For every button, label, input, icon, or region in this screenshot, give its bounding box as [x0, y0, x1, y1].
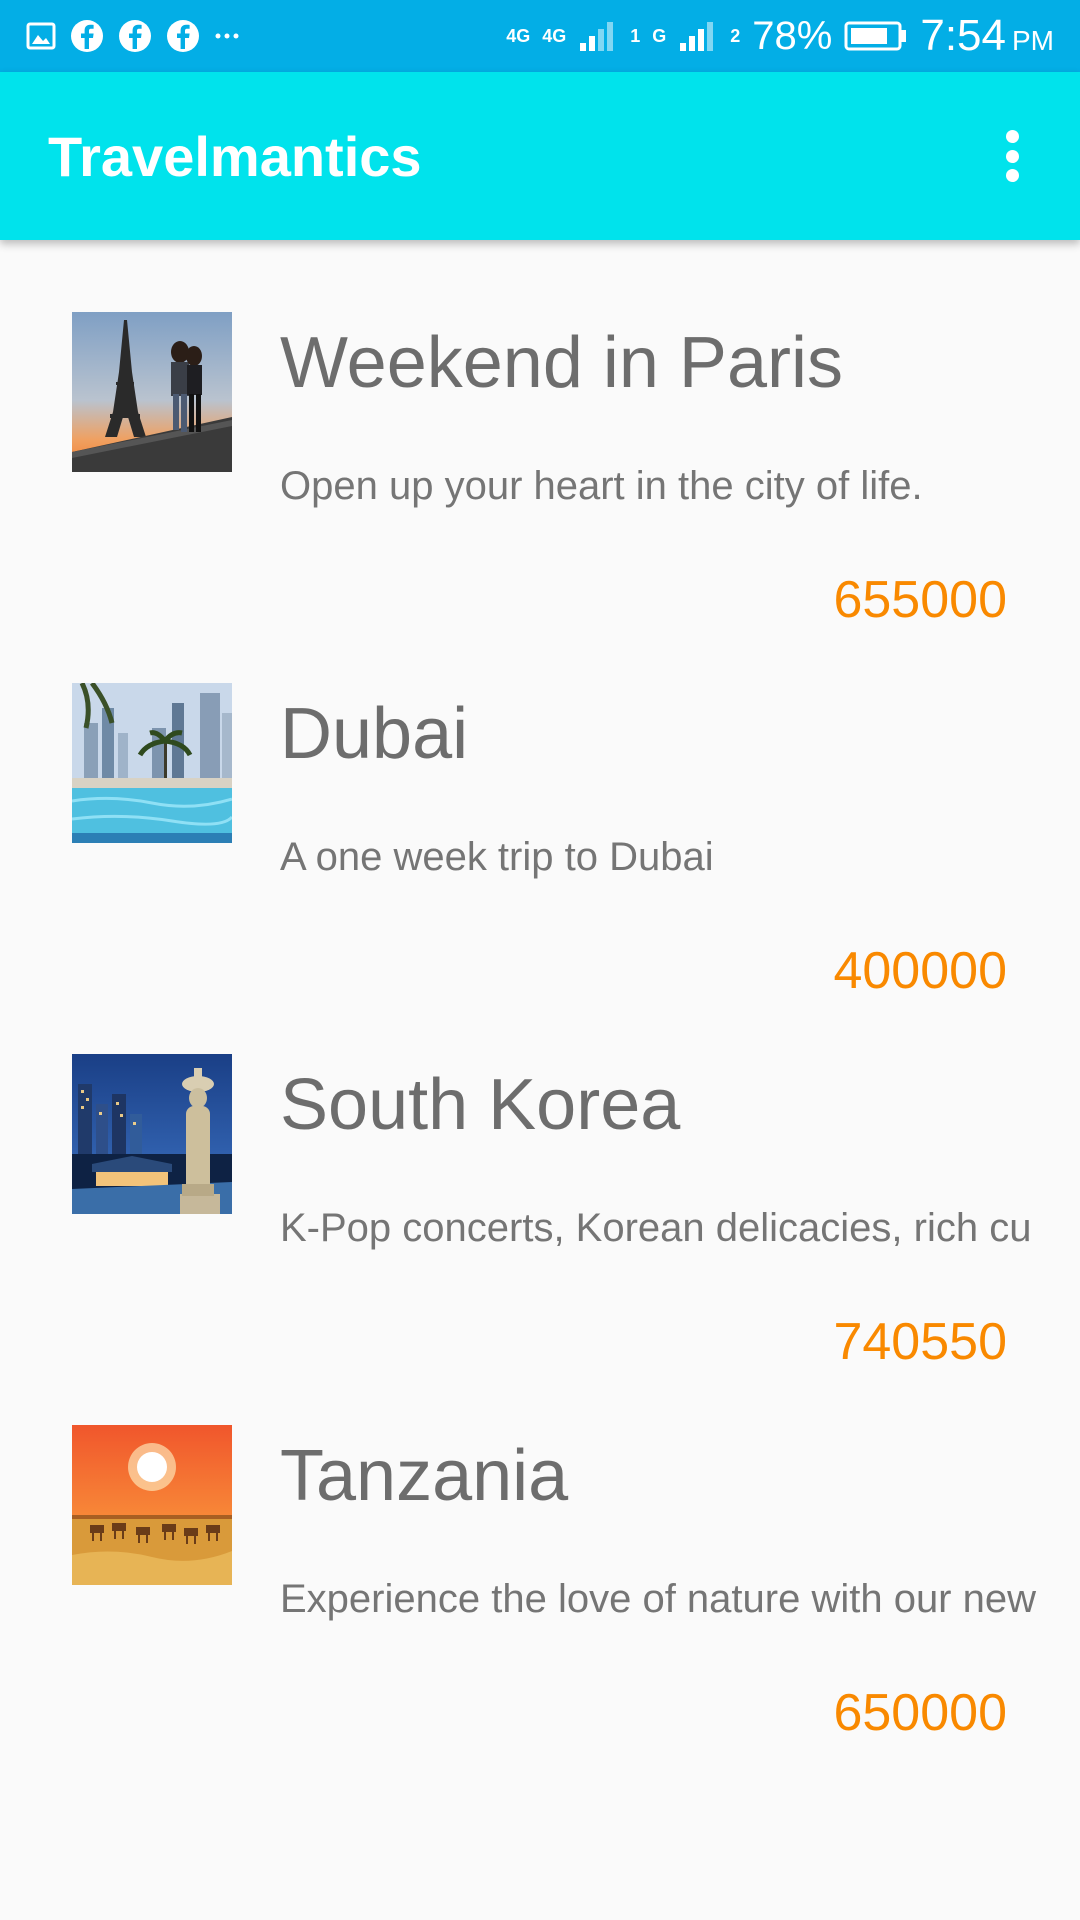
deal-description: K-Pop concerts, Korean delicacies, rich … [280, 1206, 1032, 1250]
sim-2-label: 2 [730, 25, 741, 46]
deal-item[interactable]: Weekend in Paris Open up your heart in t… [0, 240, 1080, 629]
south-korea-night-city-image [72, 1054, 232, 1214]
clock-time: 7:54 [920, 11, 1006, 60]
system-status: 4G 4G 1 G 2 78% 7:54 PM [506, 11, 1054, 61]
battery-percent: 78% [752, 13, 833, 58]
sim-1-label: 1 [630, 25, 641, 46]
paris-eiffel-tower-image [72, 312, 232, 472]
deal-item[interactable]: Dubai A one week trip to Dubai 400000 [0, 611, 1080, 1000]
deal-list: Weekend in Paris Open up your heart in t… [0, 240, 1080, 1742]
deal-description: A one week trip to Dubai [280, 835, 714, 879]
clock-ampm: PM [1012, 25, 1054, 56]
menu-dot [1005, 130, 1019, 143]
deal-price: 650000 [833, 1684, 1007, 1742]
menu-dot [1005, 149, 1019, 163]
tanzania-sunset-zebras-image [72, 1425, 232, 1585]
deal-description: Experience the love of nature with our n… [280, 1577, 1036, 1621]
notification-icons [26, 19, 240, 53]
facebook-icon [166, 19, 200, 53]
deal-title: Weekend in Paris [280, 323, 843, 403]
facebook-icon [118, 19, 152, 53]
facebook-icon [70, 19, 104, 53]
dubai-pool-skyline-image [72, 683, 232, 843]
menu-dot [1005, 169, 1019, 182]
signal-sim1-icon [578, 19, 618, 53]
clock: 7:54 PM [920, 11, 1054, 61]
overflow-menu-icon[interactable] [992, 126, 1032, 186]
deal-item[interactable]: South Korea K-Pop concerts, Korean delic… [0, 982, 1080, 1371]
status-bar: 4G 4G 1 G 2 78% 7:54 PM [0, 0, 1080, 72]
deal-description: Open up your heart in the city of life. [280, 464, 923, 508]
deal-item[interactable]: Tanzania Experience the love of nature w… [0, 1353, 1080, 1742]
deal-title: Tanzania [280, 1436, 569, 1516]
network-type-2: 4G [542, 25, 567, 46]
gallery-icon [26, 21, 56, 51]
app-bar: Travelmantics [0, 72, 1080, 240]
network-type-1: 4G [506, 25, 531, 46]
deal-title: Dubai [280, 694, 469, 774]
signal-sim2-icon [678, 19, 718, 53]
more-dots-icon [214, 31, 240, 41]
network-type-3: G [652, 25, 667, 46]
deal-title: South Korea [280, 1065, 681, 1145]
battery-icon [844, 20, 908, 52]
app-title: Travelmantics [48, 124, 422, 188]
